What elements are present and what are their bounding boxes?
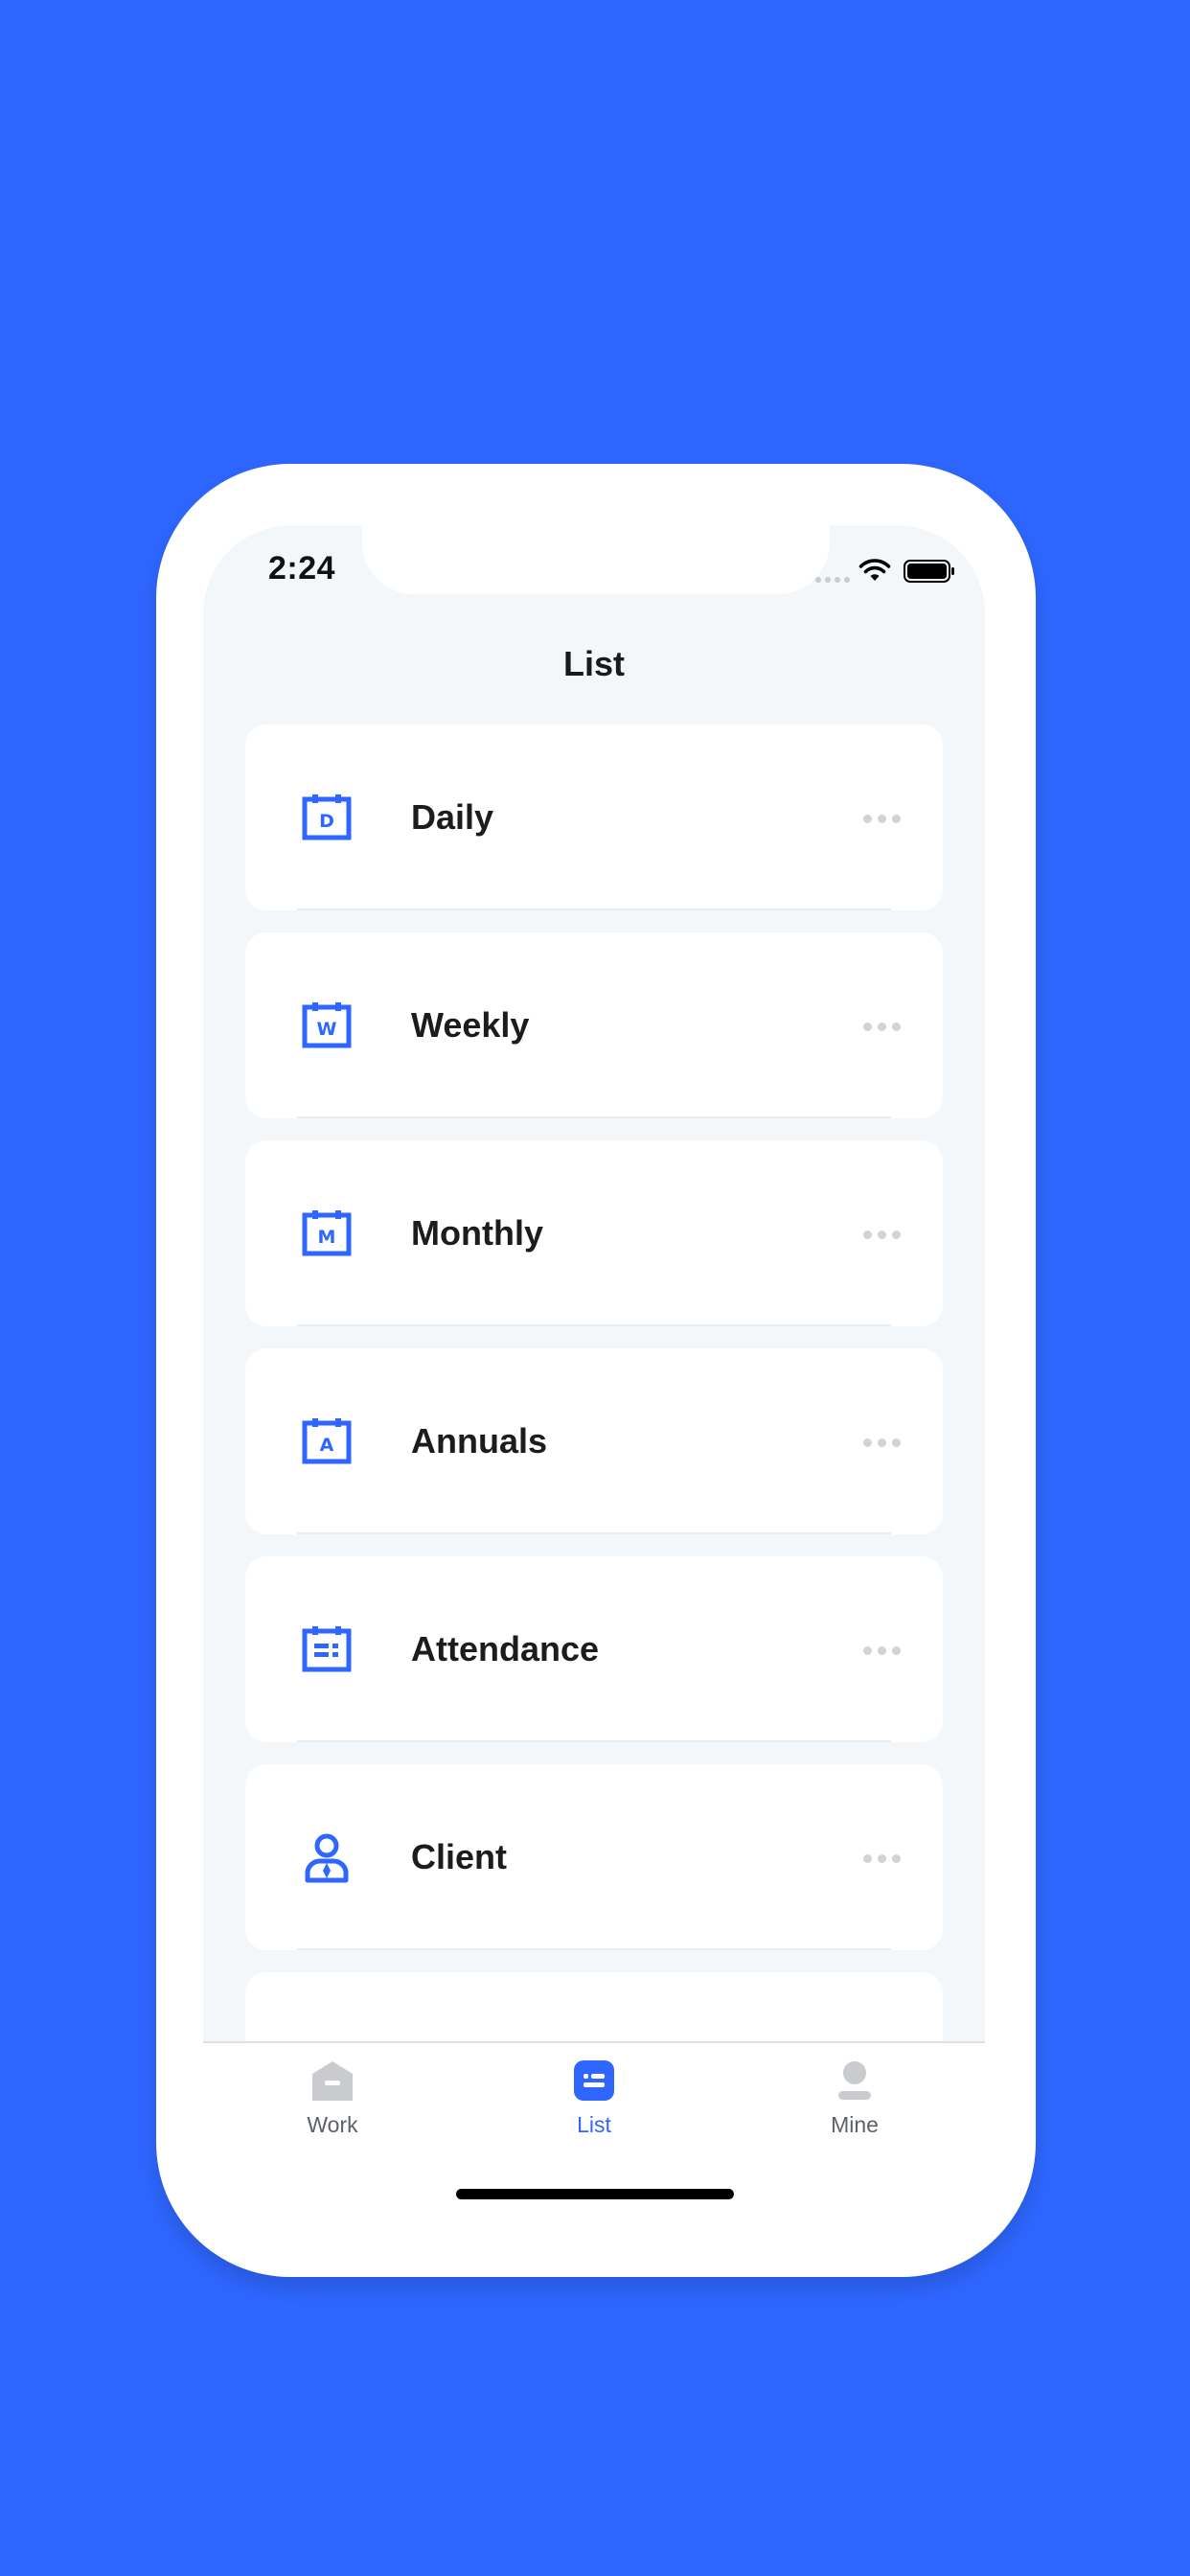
list-item-monthly[interactable]: M Monthly: [245, 1140, 943, 1326]
wifi-icon: [858, 559, 891, 581]
more-icon[interactable]: [863, 1854, 901, 1863]
tab-label: Work: [307, 2112, 358, 2137]
more-icon[interactable]: [863, 815, 901, 823]
list-item-client[interactable]: Client: [245, 1764, 943, 1950]
calendar-w-icon: W: [302, 1002, 352, 1048]
page-title: List: [562, 644, 625, 683]
calendar-d-icon: D: [302, 794, 352, 840]
home-indicator: [456, 2189, 734, 2199]
svg-text:A: A: [320, 1435, 334, 1456]
list-item-annuals[interactable]: A Annuals: [245, 1348, 943, 1534]
list-item-label: Monthly: [411, 1213, 543, 1253]
more-icon[interactable]: [863, 1023, 901, 1031]
svg-text:D: D: [319, 811, 334, 832]
list: D Daily W Weekly M Monthly A Annuals Att…: [245, 724, 943, 2139]
battery-icon: [904, 560, 954, 583]
list-item-label: Annuals: [411, 1421, 548, 1460]
list-item-label: Weekly: [411, 1005, 530, 1045]
svg-text:M: M: [318, 1227, 336, 1248]
tab-list[interactable]: List: [522, 2058, 666, 2138]
app-screen: 2:24 List D Daily W Weekly M Monthly A A…: [203, 525, 985, 2139]
tab-label: List: [577, 2112, 611, 2137]
cellular-signal-icon: [815, 577, 850, 583]
tab-bar: Work List Mine: [203, 2041, 985, 2139]
calendar-a-icon: A: [302, 1418, 352, 1464]
attendance-calendar-icon: [302, 1626, 352, 1672]
list-item-label: Daily: [411, 797, 494, 837]
list-item-daily[interactable]: D Daily: [245, 724, 943, 910]
calendar-m-icon: M: [302, 1210, 352, 1256]
tab-label: Mine: [831, 2112, 879, 2137]
list-item-weekly[interactable]: W Weekly: [245, 932, 943, 1118]
tab-mine[interactable]: Mine: [783, 2058, 927, 2138]
more-icon[interactable]: [863, 1646, 901, 1655]
list-item-label: Client: [411, 1837, 508, 1876]
status-time: 2:24: [268, 550, 336, 586]
person-icon: [838, 2061, 871, 2100]
more-icon[interactable]: [863, 1230, 901, 1239]
list-item-label: Attendance: [411, 1629, 600, 1668]
more-icon[interactable]: [863, 1438, 901, 1447]
svg-text:W: W: [317, 1019, 337, 1040]
list-item-attendance[interactable]: Attendance: [245, 1556, 943, 1742]
phone-frame: 2:24 List D Daily W Weekly M Monthly A A…: [156, 464, 1036, 2277]
client-person-icon: [305, 1833, 349, 1883]
tab-work[interactable]: Work: [261, 2058, 404, 2138]
list-icon: [574, 2060, 614, 2101]
notch: [362, 525, 830, 594]
home-icon: [312, 2061, 353, 2101]
